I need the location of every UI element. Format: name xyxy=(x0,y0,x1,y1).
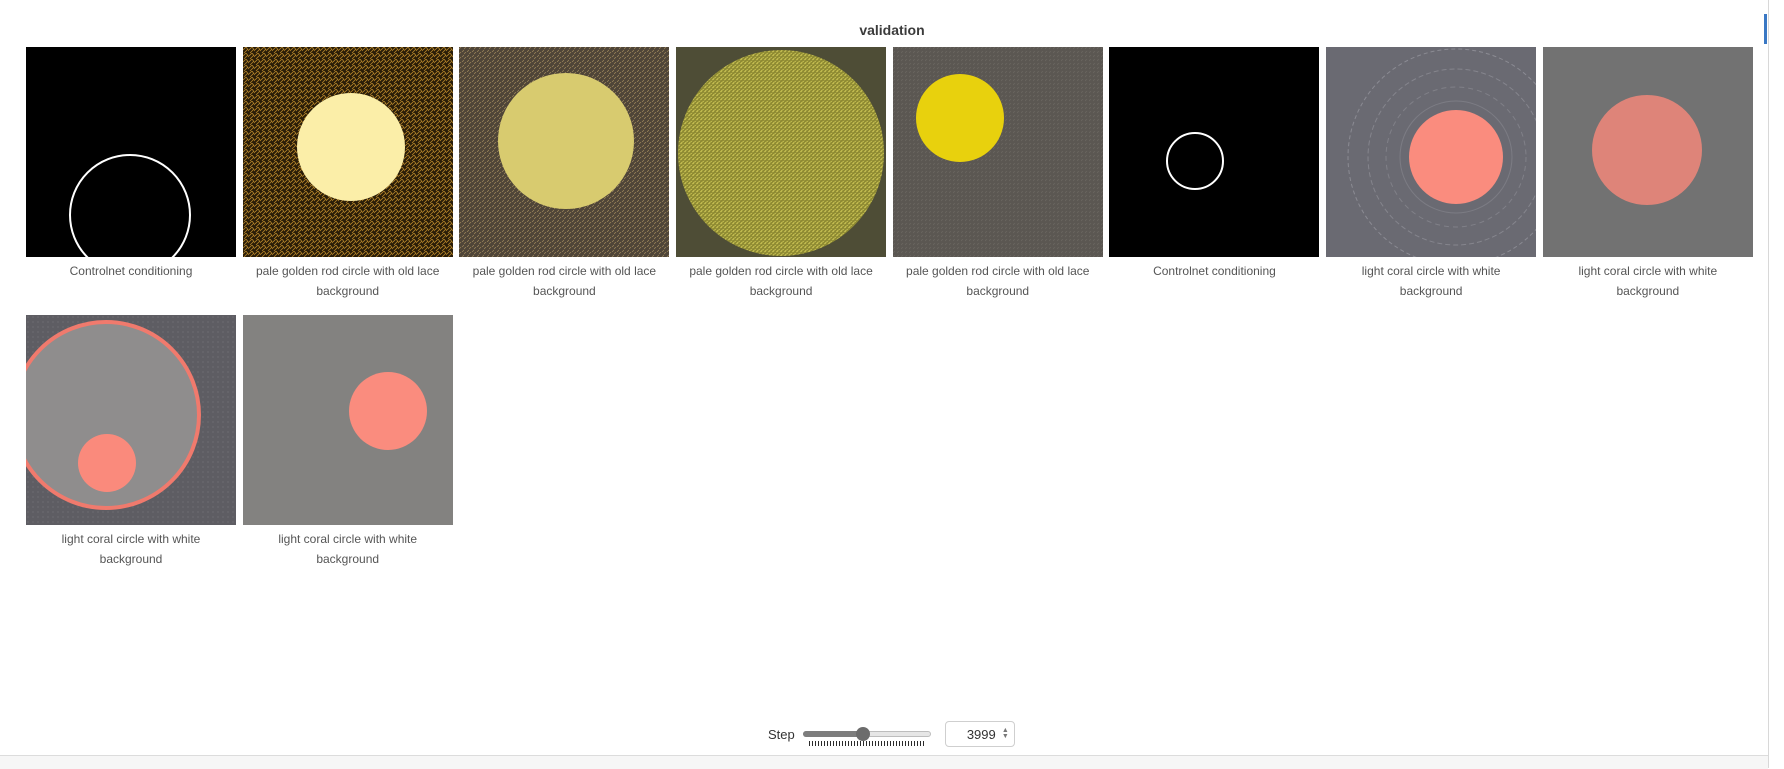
slider-handle[interactable] xyxy=(855,727,870,741)
image-caption: pale golden rod circle with old lace bac… xyxy=(689,264,873,298)
image-caption: pale golden rod circle with old lace bac… xyxy=(906,264,1090,298)
stepper-arrows-icon[interactable]: ▲ ▼ xyxy=(1002,727,1009,740)
media-card[interactable]: light coral circle with white background xyxy=(1326,47,1537,301)
media-card[interactable]: pale golden rod circle with old lace bac… xyxy=(459,47,670,301)
step-value: 3999 xyxy=(966,726,996,742)
generated-image[interactable] xyxy=(892,47,1103,257)
panel-title: validation xyxy=(859,22,925,38)
right-panel-edge xyxy=(1768,0,1784,768)
generated-image[interactable] xyxy=(26,315,236,525)
generated-image[interactable] xyxy=(1542,47,1753,257)
generated-image[interactable] xyxy=(242,315,453,525)
step-number-input[interactable]: 3999 ▲ ▼ xyxy=(944,721,1015,747)
footer-bar xyxy=(0,755,1768,769)
media-card[interactable]: pale golden rod circle with old lace bac… xyxy=(892,47,1103,301)
step-slider[interactable] xyxy=(802,720,931,748)
generated-image[interactable] xyxy=(1326,47,1537,257)
image-caption: light coral circle with white background xyxy=(61,532,201,566)
media-card[interactable]: pale golden rod circle with old lace bac… xyxy=(676,47,887,301)
image-caption: pale golden rod circle with old lace bac… xyxy=(472,264,657,298)
slider-ticks xyxy=(808,741,925,746)
generated-image[interactable] xyxy=(676,47,887,257)
image-caption: light coral circle with white background xyxy=(278,532,418,566)
media-card[interactable]: Controlnet conditioning xyxy=(1109,47,1320,301)
generated-image[interactable] xyxy=(459,47,670,257)
slider-fill xyxy=(802,731,863,737)
media-card[interactable]: pale golden rod circle with old lace bac… xyxy=(242,47,453,301)
step-label: Step xyxy=(768,726,795,742)
media-card[interactable]: light coral circle with white background xyxy=(26,315,236,569)
media-card[interactable]: light coral circle with white background xyxy=(242,315,453,569)
image-caption: Controlnet conditioning xyxy=(1153,264,1276,278)
image-grid: Controlnet conditioning pale golden rod … xyxy=(26,47,1756,569)
generated-image[interactable] xyxy=(26,47,236,257)
media-card[interactable]: light coral circle with white background xyxy=(1542,47,1753,301)
media-card[interactable]: Controlnet conditioning xyxy=(26,47,236,301)
image-caption: light coral circle with white background xyxy=(1578,264,1718,298)
step-control: Step 3999 ▲ ▼ xyxy=(768,720,1015,748)
scroll-marker xyxy=(1764,14,1767,44)
image-caption: light coral circle with white background xyxy=(1361,264,1501,298)
generated-image[interactable] xyxy=(242,47,453,257)
image-caption: Controlnet conditioning xyxy=(69,264,193,278)
image-caption: pale golden rod circle with old lace bac… xyxy=(255,264,440,298)
generated-image[interactable] xyxy=(1109,47,1320,257)
